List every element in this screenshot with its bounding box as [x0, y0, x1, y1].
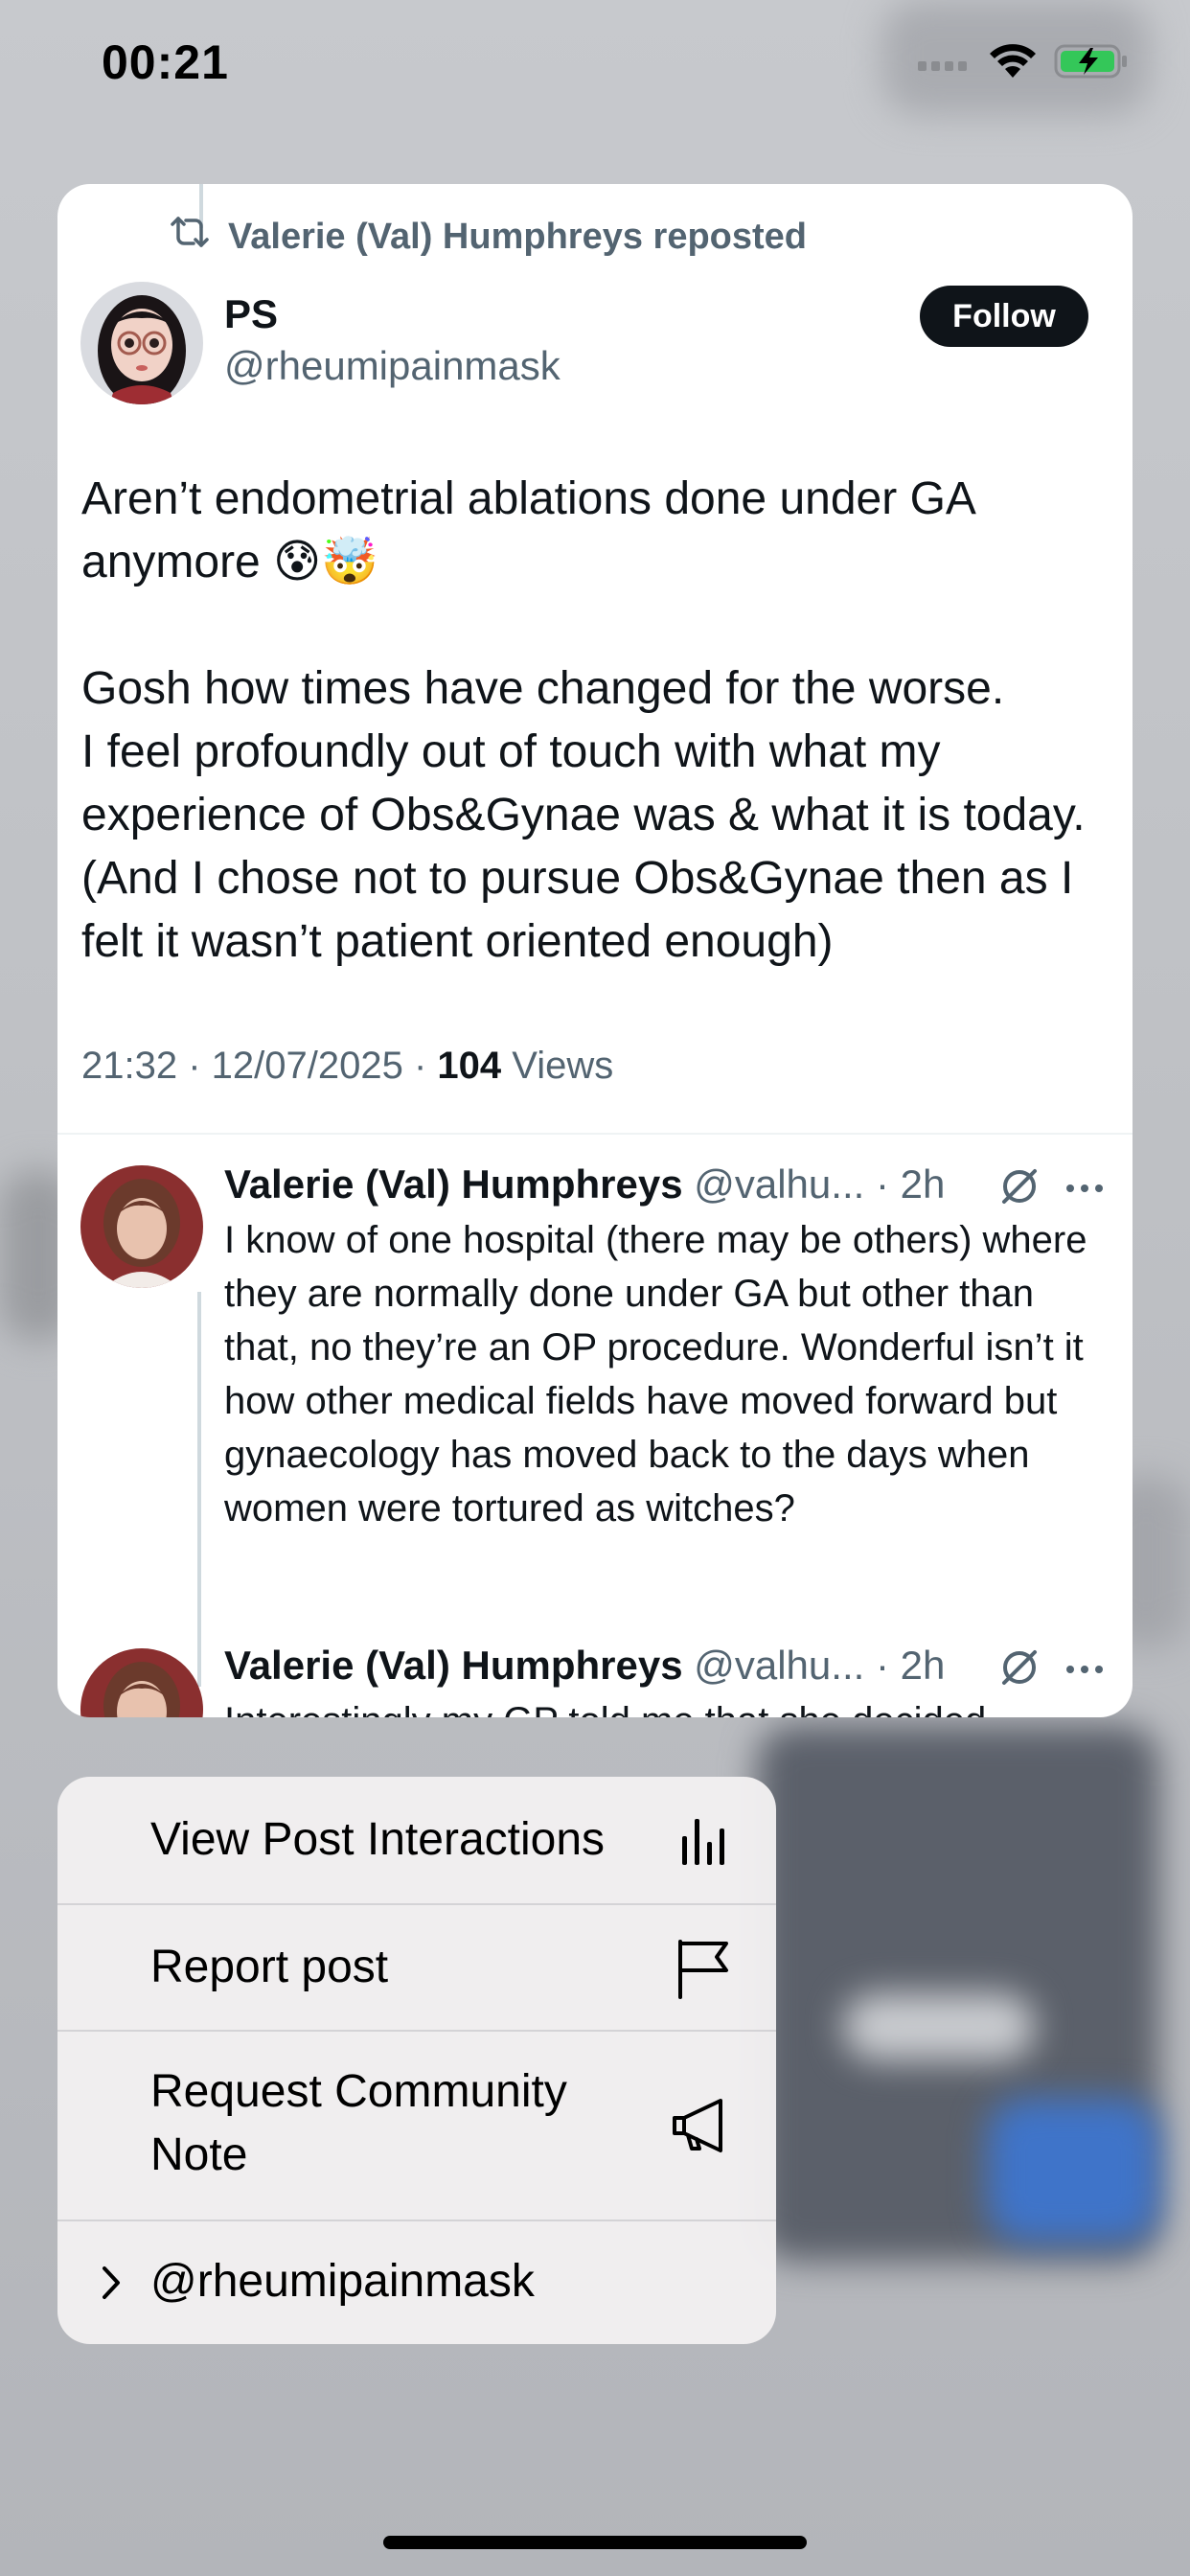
- context-menu: View Post Interactions Report post Reque…: [57, 1777, 776, 2344]
- post-meta: 21:32 · 12/07/2025 · 104 Views: [81, 1045, 613, 1088]
- menu-item-report-post[interactable]: Report post: [57, 1905, 776, 2030]
- menu-item-label: Request Community Note: [150, 2066, 567, 2180]
- more-icon[interactable]: [1065, 1181, 1104, 1198]
- chevron-right-icon: [100, 2264, 123, 2307]
- more-icon[interactable]: [1065, 1662, 1104, 1679]
- author-name[interactable]: PS: [224, 291, 278, 337]
- reply-author-name[interactable]: Valerie (Val) Humphreys: [224, 1643, 683, 1688]
- reply-meta: @valhu... · 2h: [682, 1162, 946, 1207]
- menu-item-label: View Post Interactions: [150, 1814, 606, 1865]
- follow-button[interactable]: Follow: [920, 286, 1088, 347]
- reply-header[interactable]: Valerie (Val) Humphreys @valhu... · 2h: [224, 1643, 945, 1689]
- repost-icon: [169, 213, 211, 261]
- repost-indicator: Valerie (Val) Humphreys reposted: [169, 213, 807, 261]
- reply-header[interactable]: Valerie (Val) Humphreys @valhu... · 2h: [224, 1162, 945, 1208]
- views-count: 104: [437, 1045, 502, 1087]
- reply-avatar[interactable]: [80, 1648, 203, 1717]
- grok-icon[interactable]: [998, 1646, 1041, 1693]
- megaphone-icon: [671, 2097, 732, 2159]
- views-label: Views: [501, 1045, 614, 1087]
- post-text: Aren’t endometrial ablations done under …: [81, 473, 1086, 967]
- reply-text: I know of one hospital (there may be oth…: [224, 1219, 1087, 1530]
- menu-item-view-post-interactions[interactable]: View Post Interactions: [57, 1777, 776, 1903]
- wifi-icon: [989, 43, 1037, 84]
- home-indicator[interactable]: [383, 2536, 807, 2549]
- reply-meta: @valhu... · 2h: [682, 1643, 946, 1688]
- status-time: 00:21: [102, 35, 229, 89]
- reply-author-name[interactable]: Valerie (Val) Humphreys: [224, 1162, 683, 1207]
- author-handle[interactable]: @rheumipainmask: [224, 343, 561, 389]
- battery-icon: [1054, 42, 1129, 85]
- bar-chart-icon: [678, 1815, 732, 1874]
- background-blur: [843, 1993, 1035, 2060]
- flag-icon: [675, 1938, 732, 2004]
- menu-item-label: @rheumipainmask: [150, 2256, 535, 2307]
- reply-text: Interestingly my GP told me that she dec…: [224, 1694, 1115, 1717]
- signal-icon: [918, 52, 972, 76]
- post-preview-card[interactable]: Valerie (Val) Humphreys reposted PS @rhe…: [57, 184, 1133, 1717]
- background-blur: [987, 2099, 1159, 2242]
- post-timestamp: 21:32 · 12/07/2025 ·: [81, 1045, 438, 1087]
- repost-label: Valerie (Val) Humphreys reposted: [228, 216, 808, 257]
- thread-connector: [197, 1292, 201, 1687]
- grok-icon[interactable]: [998, 1165, 1041, 1212]
- status-icons: [918, 42, 1129, 85]
- author-avatar[interactable]: [80, 282, 203, 404]
- divider: [57, 1133, 1133, 1135]
- menu-item-request-community-note[interactable]: Request Community Note: [57, 2032, 776, 2220]
- menu-item-profile[interactable]: @rheumipainmask: [57, 2221, 776, 2344]
- menu-item-label: Report post: [150, 1942, 389, 1992]
- reply-avatar[interactable]: [80, 1165, 203, 1288]
